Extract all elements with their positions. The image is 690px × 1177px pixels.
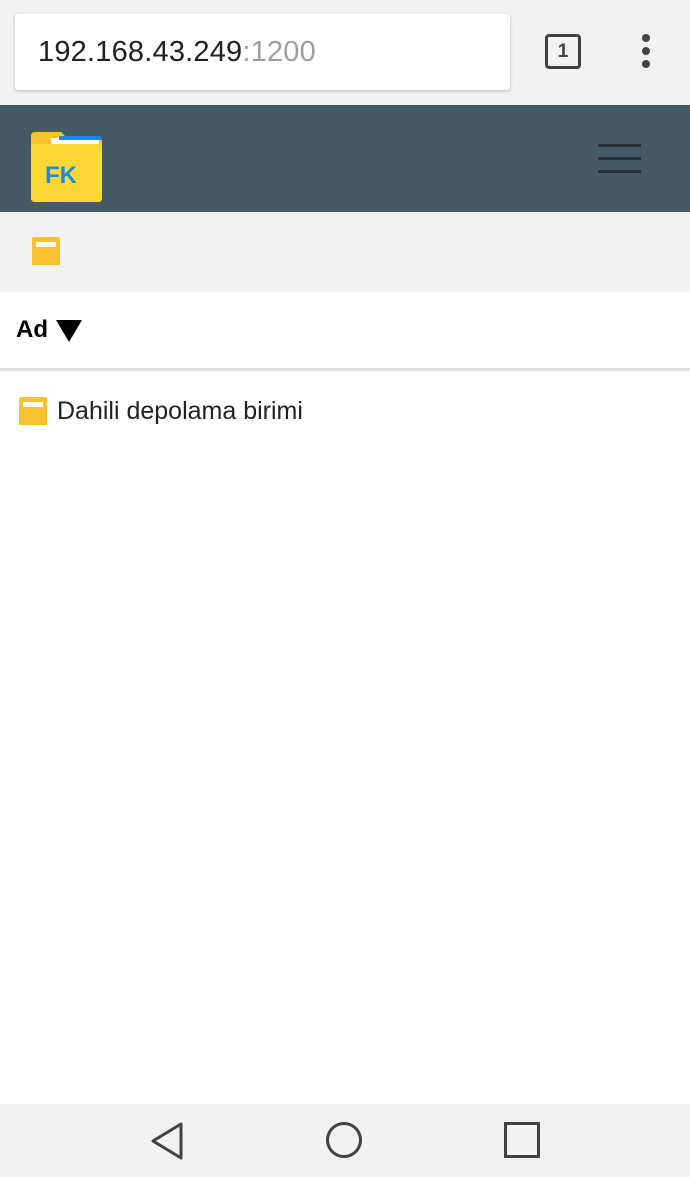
list-item[interactable]: Dahili depolama birimi <box>0 374 690 448</box>
tab-switcher-icon[interactable]: 1 <box>545 34 581 69</box>
recents-icon[interactable] <box>504 1122 540 1158</box>
breadcrumb <box>0 212 690 292</box>
more-vert-icon[interactable] <box>636 34 656 70</box>
list-item-name: Dahili depolama birimi <box>57 396 303 425</box>
file-list: Dahili depolama birimi <box>0 374 690 448</box>
tab-count: 1 <box>557 40 569 62</box>
column-header-name[interactable]: Ad <box>0 292 690 371</box>
browser-toolbar: 192.168.43.249:1200 1 <box>0 0 690 105</box>
system-nav-bar <box>0 1104 690 1177</box>
folder-icon[interactable] <box>32 237 60 265</box>
back-icon[interactable] <box>149 1121 185 1161</box>
url-host: 192.168.43.249 <box>38 35 243 68</box>
home-icon[interactable] <box>326 1122 362 1158</box>
url-bar[interactable]: 192.168.43.249:1200 <box>15 14 510 90</box>
folder-icon <box>19 397 47 425</box>
sort-descending-triangle-icon <box>56 320 82 342</box>
column-name-label: Ad <box>16 316 48 343</box>
logo-text: FK <box>45 162 78 189</box>
url-port: :1200 <box>242 35 316 68</box>
folder-logo-icon[interactable]: FK <box>31 132 102 202</box>
app-header: FK <box>0 105 690 212</box>
hamburger-menu-icon[interactable] <box>598 144 641 174</box>
